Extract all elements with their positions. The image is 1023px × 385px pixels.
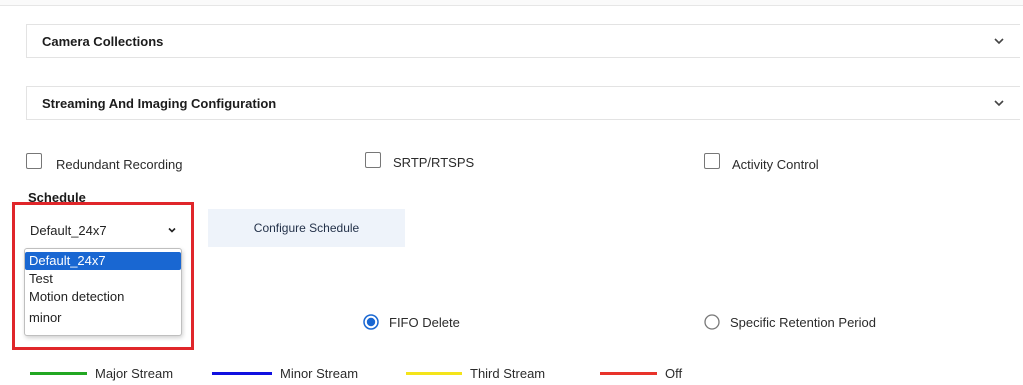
legend-label-major: Major Stream <box>95 366 174 381</box>
schedule-label: Schedule <box>28 190 86 205</box>
streaming-imaging-title: Streaming And Imaging Configuration <box>42 95 277 111</box>
legend-minor-stream: Minor Stream <box>212 366 358 381</box>
fifo-delete-label: FIFO Delete <box>389 314 460 330</box>
camera-collections-accordion[interactable]: Camera Collections <box>26 24 1020 58</box>
checkbox-box[interactable] <box>365 151 381 168</box>
top-divider <box>0 0 1023 6</box>
redundant-recording-checkbox[interactable]: Redundant Recording <box>26 149 182 172</box>
activity-control-label: Activity Control <box>732 157 819 172</box>
checkbox-box[interactable] <box>704 152 720 169</box>
schedule-option-default[interactable]: Default_24x7 <box>25 252 181 270</box>
chevron-down-icon[interactable] <box>992 34 1006 48</box>
activity-control-checkbox[interactable]: Activity Control <box>704 149 819 172</box>
legend-third-stream: Third Stream <box>406 366 545 381</box>
streaming-imaging-accordion[interactable]: Streaming And Imaging Configuration <box>26 86 1020 120</box>
schedule-selected-value: Default_24x7 <box>30 222 107 238</box>
specific-retention-label: Specific Retention Period <box>730 314 876 330</box>
fifo-delete-radio[interactable]: FIFO Delete <box>363 314 460 330</box>
chevron-down-icon[interactable] <box>992 96 1006 110</box>
legend-line-minor <box>212 372 272 375</box>
legend-line-major <box>30 372 87 375</box>
legend-line-off <box>600 372 657 375</box>
legend-label-third: Third Stream <box>470 366 546 381</box>
redundant-recording-label: Redundant Recording <box>56 157 183 172</box>
legend-label-minor: Minor Stream <box>280 366 359 381</box>
legend-off: Off <box>600 366 682 381</box>
schedule-option-test[interactable]: Test <box>25 270 181 288</box>
camera-collections-title: Camera Collections <box>42 33 164 49</box>
schedule-dropdown-list: Default_24x7 Test Motion detection minor <box>24 248 182 336</box>
configure-schedule-button[interactable]: Configure Schedule <box>208 209 405 247</box>
legend-line-third <box>406 372 462 375</box>
checkbox-box[interactable] <box>26 152 42 169</box>
specific-retention-radio[interactable]: Specific Retention Period <box>704 314 876 330</box>
srtp-rtsps-checkbox[interactable]: SRTP/RTSPS <box>365 149 474 170</box>
radio-unselected-icon[interactable] <box>704 314 720 330</box>
schedule-option-minor[interactable]: minor <box>25 306 181 328</box>
legend-label-off: Off <box>665 366 683 381</box>
srtp-rtsps-label: SRTP/RTSPS <box>393 155 475 170</box>
legend-major-stream: Major Stream <box>30 366 173 381</box>
schedule-option-motion-detection[interactable]: Motion detection <box>25 288 181 306</box>
radio-selected-icon[interactable] <box>363 314 379 330</box>
schedule-select[interactable]: Default_24x7 <box>26 216 186 244</box>
caret-down-icon[interactable] <box>167 225 177 235</box>
